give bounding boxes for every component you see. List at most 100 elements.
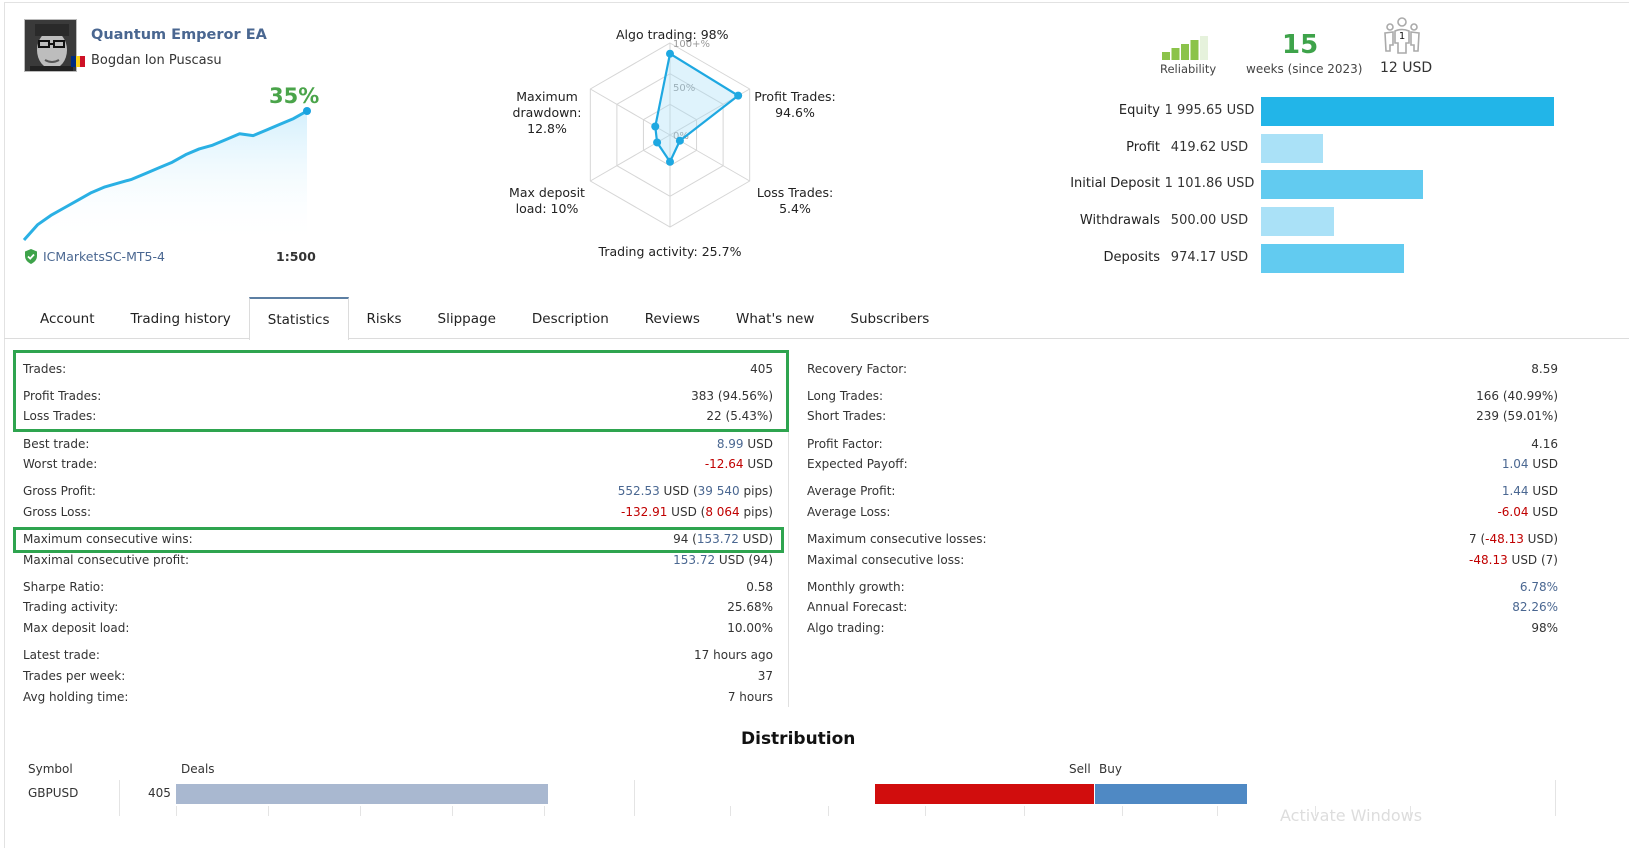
stat-label: Short Trades: [807,409,887,423]
stat-value-number: 552.53 [617,484,660,498]
financial-value: 974.17 USD [1170,249,1249,265]
distribution-gridline [730,806,731,816]
stat-value-wrap: 7 hours [728,690,773,704]
stat-row: Long Trades: 166 (40.99%) [807,389,1558,407]
stat-value: 17 hours ago [694,648,773,662]
tab-slippage[interactable]: Slippage [420,297,514,339]
stat-row: Gross Loss: -132.91 USD (8 064 pips) [23,505,773,523]
reliability-bar [1190,40,1199,60]
stat-value-number: 8.99 [716,437,744,451]
stat-label: Trades per week: [23,669,126,683]
author-name[interactable]: Bogdan Ion Puscasu [91,53,222,68]
tab-description[interactable]: Description [514,297,627,339]
broker-server[interactable]: ICMarketsSC-MT5-4 [24,249,165,264]
radar-point [675,136,684,145]
stat-label: Avg holding time: [23,690,129,704]
stat-row: Sharpe Ratio: 0.58 [23,580,773,598]
stat-label: Gross Profit: [23,484,96,498]
highlight-box-consecutive-wins [13,527,784,553]
distribution-gridline [1217,806,1218,816]
distribution-gridline [544,806,545,816]
tab-trading-history[interactable]: Trading history [113,297,249,339]
reliability-bar [1162,52,1170,60]
broker-name: ICMarketsSC-MT5-4 [43,249,165,264]
financial-value: 1 101.86 USD [1164,176,1255,192]
radar-point [653,138,662,147]
distribution-gridline [634,780,635,816]
stat-value-wrap: 8.59 [1531,362,1558,376]
deals-bar [176,784,548,804]
stat-label: Max deposit load: [23,621,130,635]
tab-what-s-new[interactable]: What's new [718,297,832,339]
stat-value-number: -48.13 [1485,532,1524,546]
stat-value-wrap: 4.16 [1531,437,1558,451]
stat-row: Monthly growth: 6.78% [807,580,1558,598]
radar-point [651,122,660,131]
radar-axis-label: Algo trading: 98% [616,27,729,42]
stat-value-wrap: 10.00% [727,621,773,635]
financial-row: Profit 419.62 USD [1030,133,1629,163]
stat-value-wrap: -12.64 USD [705,457,773,471]
tab-account[interactable]: Account [22,297,113,339]
financial-row: Equity 1 995.65 USD [1030,97,1629,126]
growth-endpoint [303,107,311,115]
stat-value-number: 153.72 [673,553,716,567]
financial-bar [1261,170,1423,200]
symbol-header: Symbol [28,762,73,776]
stat-value: 98% [1531,621,1558,635]
flag-stripe [80,56,86,67]
stat-value-wrap: 1.04 USD [1502,457,1558,471]
stat-label: Best trade: [23,437,90,451]
stat-row: Best trade: 8.99 USD [23,437,773,455]
stat-value: 10.00% [727,621,773,635]
stat-value-wrap: 8.99 USD [717,437,773,451]
stat-value-wrap: -6.04 USD [1497,505,1558,519]
tab-risks[interactable]: Risks [349,297,420,339]
radar-point [666,49,674,58]
stat-row: Short Trades: 239 (59.01%) [807,409,1558,427]
tab-subscribers[interactable]: Subscribers [832,297,947,339]
stat-label: Annual Forecast: [807,600,908,614]
signal-name[interactable]: Quantum Emperor EA [91,27,267,43]
distribution-symbol: GBPUSD [28,786,79,800]
stat-row: Average Profit: 1.44 USD [807,484,1558,502]
stat-value-number: -6.04 [1497,505,1529,519]
financial-value: 500.00 USD [1170,213,1249,229]
distribution-gridline [1122,806,1123,816]
stat-value: 4.16 [1531,437,1558,451]
subscribers-count: 1 [1399,31,1405,42]
stat-row: Annual Forecast: 82.26% [807,600,1558,618]
reliability-bar [1200,36,1208,60]
stat-value-unit: USD ( [659,484,698,498]
author-avatar[interactable] [24,19,77,72]
stat-label: Maximal consecutive profit: [23,553,189,567]
stat-row: Maximal consecutive profit: 153.72 USD (9… [23,553,773,571]
financial-value: 1 995.65 USD [1164,103,1255,118]
tab-reviews[interactable]: Reviews [627,297,718,339]
stat-label: Maximum consecutive losses: [807,532,987,546]
subscribers-icon[interactable]: 1 [1382,17,1422,55]
tab-statistics[interactable]: Statistics [248,297,349,340]
stat-row: Average Loss: -6.04 USD [807,505,1558,523]
stat-value-wrap: 239 (59.01%) [1476,409,1558,423]
distribution-gridline [119,780,120,816]
stat-label: Average Loss: [807,505,891,519]
stat-value-number: 1.04 [1501,457,1529,471]
distribution-gridline [1024,806,1025,816]
distribution-deals-count: 405 [148,786,171,800]
stat-value-unit: USD (94) [715,553,773,567]
distribution-gridline [268,806,269,816]
stat-value: 25.68% [727,600,773,614]
stat-value-prefix: 7 ( [1469,532,1486,546]
stat-row: Avg holding time: 7 hours [23,690,773,708]
stat-value-wrap: -48.13 USD (7) [1469,553,1558,567]
growth-mini-chart [22,107,311,245]
stat-row: Trading activity: 25.68% [23,600,773,618]
reliability-bars-icon [1162,36,1208,60]
stat-row: Gross Profit: 552.53 USD (39 540 pips) [23,484,773,502]
stat-value: 8.59 [1531,362,1558,376]
financial-bar [1261,97,1554,126]
stat-label: Latest trade: [23,648,100,662]
stat-row: Expected Payoff: 1.04 USD [807,457,1558,475]
stat-row: Recovery Factor: 8.59 [807,362,1558,380]
